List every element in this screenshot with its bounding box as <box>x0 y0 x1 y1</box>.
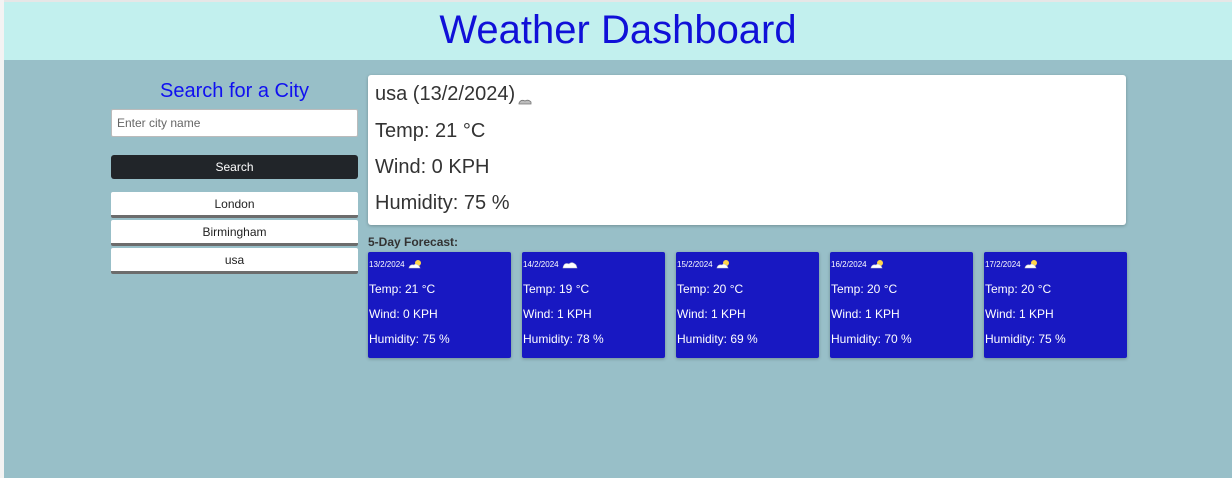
current-humidity: Humidity: 75 % <box>375 192 510 214</box>
forecast-temp: Temp: 20 °C <box>677 282 744 296</box>
sun-cloud-icon <box>408 258 424 270</box>
current-wind: Wind: 0 KPH <box>375 156 490 178</box>
forecast-humidity: Humidity: 78 % <box>523 332 604 346</box>
forecast-humidity: Humidity: 69 % <box>677 332 758 346</box>
search-title: Search for a City <box>160 80 309 102</box>
search-panel: Search for a City Search London Birmingh… <box>111 78 358 276</box>
forecast-card: 15/2/2024 Temp: 20 °C Wind: 1 KPH Humidi… <box>676 252 819 358</box>
forecast-card: 16/2/2024 Temp: 20 °C Wind: 1 KPH Humidi… <box>830 252 973 358</box>
sun-cloud-icon <box>870 258 886 270</box>
sun-cloud-icon <box>1024 258 1040 270</box>
page-title: Weather Dashboard <box>439 8 797 52</box>
forecast-card: 13/2/2024 Temp: 21 °C Wind: 0 KPH Humidi… <box>368 252 511 358</box>
forecast-wind: Wind: 1 KPH <box>523 307 592 321</box>
current-temp: Temp: 21 °C <box>375 120 486 142</box>
forecast-card: 14/2/2024 Temp: 19 °C Wind: 1 KPH Humidi… <box>522 252 665 358</box>
history-button-london[interactable]: London <box>111 192 358 218</box>
forecast-temp: Temp: 21 °C <box>369 282 436 296</box>
history-button-usa[interactable]: usa <box>111 248 358 274</box>
current-city-date: usa (13/2/2024) <box>375 83 516 105</box>
forecast-humidity: Humidity: 70 % <box>831 332 912 346</box>
forecast-wind: Wind: 1 KPH <box>677 307 746 321</box>
cloud-icon <box>562 258 578 270</box>
forecast-humidity: Humidity: 75 % <box>369 332 450 346</box>
forecast-date: 14/2/2024 <box>523 259 559 269</box>
forecast-wind: Wind: 1 KPH <box>831 307 900 321</box>
history-button-birmingham[interactable]: Birmingham <box>111 220 358 246</box>
forecast-wind: Wind: 1 KPH <box>985 307 1054 321</box>
city-search-input[interactable] <box>111 109 358 137</box>
search-button[interactable]: Search <box>111 155 358 179</box>
header: Weather Dashboard <box>4 0 1232 60</box>
forecast-date: 15/2/2024 <box>677 259 713 269</box>
forecast-date: 16/2/2024 <box>831 259 867 269</box>
forecast-date: 17/2/2024 <box>985 259 1021 269</box>
cloud-icon <box>517 88 533 105</box>
forecast-wind: Wind: 0 KPH <box>369 307 438 321</box>
sun-cloud-icon <box>716 258 732 270</box>
forecast-row: 13/2/2024 Temp: 21 °C Wind: 0 KPH Humidi… <box>368 252 1128 359</box>
forecast-humidity: Humidity: 75 % <box>985 332 1066 346</box>
page-background: Weather Dashboard Search for a City Sear… <box>4 0 1232 478</box>
forecast-title: 5-Day Forecast: <box>368 235 459 249</box>
forecast-temp: Temp: 20 °C <box>985 282 1052 296</box>
forecast-temp: Temp: 20 °C <box>831 282 898 296</box>
search-history: London Birmingham usa <box>111 192 358 274</box>
forecast-date: 13/2/2024 <box>369 259 405 269</box>
forecast-card: 17/2/2024 Temp: 20 °C Wind: 1 KPH Humidi… <box>984 252 1127 358</box>
forecast-temp: Temp: 19 °C <box>523 282 590 296</box>
current-weather-card: usa (13/2/2024) Temp: 21 °C Wind: 0 KPH … <box>368 75 1126 225</box>
